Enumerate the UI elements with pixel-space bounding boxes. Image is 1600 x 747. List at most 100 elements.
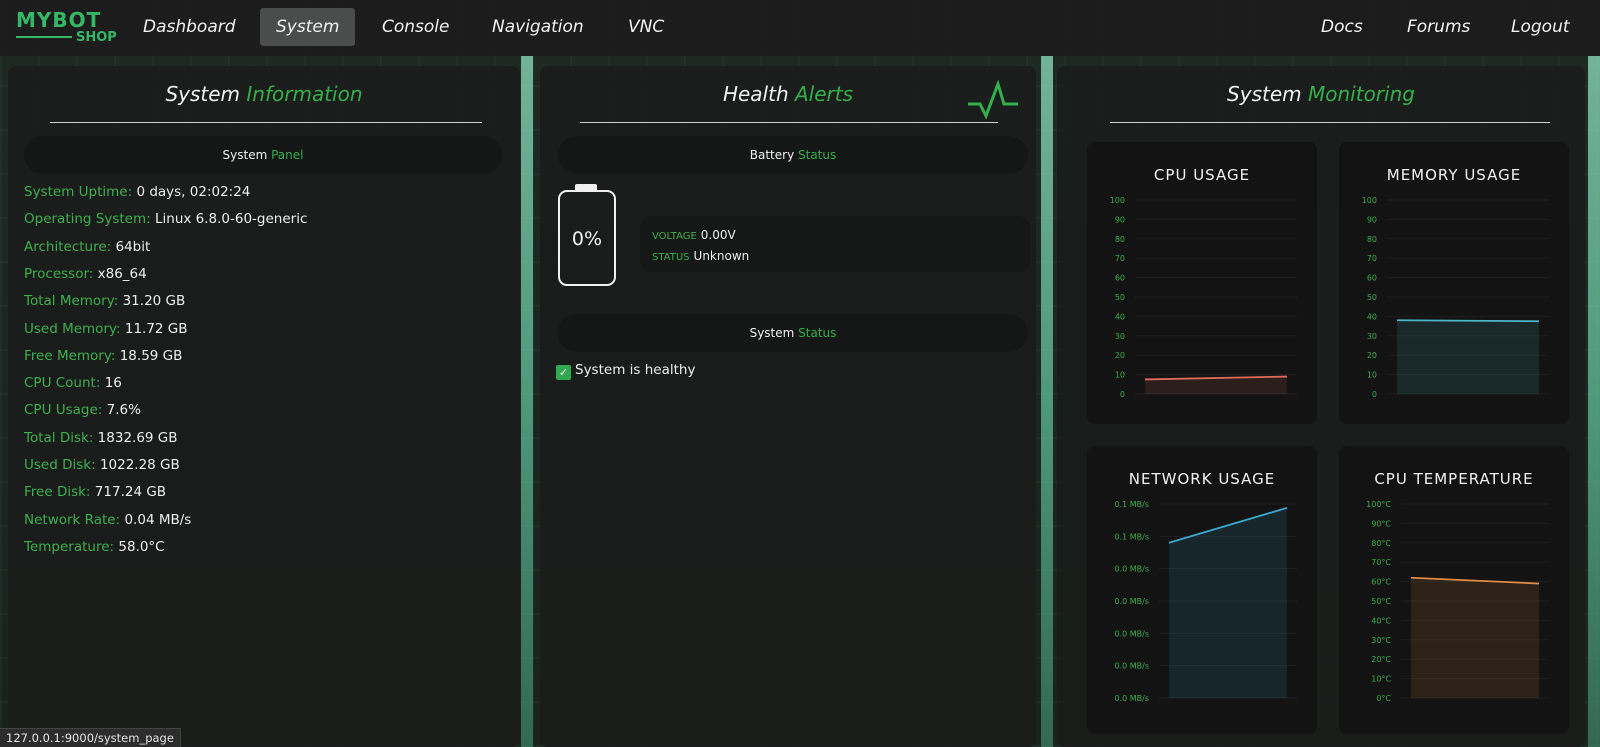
info-key: Used Disk: — [24, 457, 96, 473]
y-tick-label: 100 — [1110, 196, 1125, 205]
series-area — [1411, 577, 1539, 698]
system-status-header: System Status — [558, 314, 1028, 352]
y-tick-label: 80 — [1367, 235, 1377, 244]
y-tick-label: 90°C — [1371, 519, 1391, 528]
info-value: Linux 6.8.0-60-generic — [154, 211, 308, 228]
title-word: Health — [722, 82, 789, 106]
info-row: Processor: x86_64 — [24, 266, 147, 282]
status-bar-url: 127.0.0.1:9000/system_page — [0, 728, 181, 747]
y-tick-label: 80°C — [1371, 539, 1391, 548]
info-row: Operating System: Linux 6.8.0-60-generic — [24, 211, 307, 227]
y-tick-label: 20 — [1115, 351, 1125, 360]
y-tick-label: 70°C — [1371, 558, 1391, 567]
info-value: 11.72 GB — [124, 320, 188, 337]
battery-percent: 0% — [571, 228, 603, 250]
y-tick-label: 0.0 MB/s — [1114, 662, 1149, 671]
y-tick-label: 0.0 MB/s — [1114, 565, 1149, 574]
info-key: Free Memory: — [24, 347, 116, 364]
y-tick-label: 0.1 MB/s — [1114, 532, 1149, 541]
nav-navigation[interactable]: Navigation — [476, 8, 600, 46]
y-tick-label: 100°C — [1366, 500, 1391, 509]
battery-details: VOLTAGE 0.00V STATUS Unknown — [640, 216, 1030, 272]
nav-logout[interactable]: Logout — [1495, 8, 1586, 46]
divider-glow — [1588, 56, 1600, 747]
y-tick-label: 50 — [1367, 293, 1377, 302]
mybot-shop-logo[interactable]: MYBOT SHOP — [16, 8, 136, 48]
chart-title: CPU USAGE — [1153, 166, 1251, 184]
chart-canvas: 100°C 90°C 80°C 70°C 60°C 50°C 40°C 30°C 20°C 10°… — [1366, 500, 1549, 703]
info-value: 1832.69 GB — [97, 429, 178, 446]
info-value: 64bit — [115, 238, 151, 255]
title-word: System — [1227, 82, 1302, 106]
divider-glow — [1041, 56, 1053, 747]
info-value: 717.24 GB — [94, 484, 167, 501]
network-usage-chart: 0.1 MB/s 0.1 MB/s 0.0 MB/s 0.0 MB/s 0.0 MB/s… — [1087, 446, 1317, 734]
cpu-temperature-chart: 100°C 90°C 80°C 70°C 60°C 50°C 40°C 30°C 20°C 10°… — [1339, 446, 1569, 734]
title-divider — [1110, 122, 1550, 123]
pill-accent-word: Panel — [271, 148, 304, 162]
y-tick-label: 0°C — [1376, 694, 1391, 703]
info-key: CPU Count: — [24, 375, 101, 392]
y-tick-label: 90 — [1115, 215, 1125, 224]
logo-sub-text: SHOP — [76, 30, 117, 45]
info-row: Total Disk: 1832.69 GB — [24, 430, 178, 446]
info-key: Temperature: — [24, 538, 115, 555]
health-message-text: System is healthy — [575, 362, 696, 378]
nav-console[interactable]: Console — [366, 8, 466, 46]
info-key: Total Memory: — [24, 293, 119, 310]
panel-title: System Monitoring — [1057, 82, 1585, 106]
info-key: Architecture: — [24, 238, 112, 255]
y-tick-label: 90 — [1367, 215, 1377, 224]
system-information-panel: System Information System Panel System U… — [8, 66, 520, 747]
info-row: Temperature: 58.0°C — [24, 539, 165, 555]
nav-forums[interactable]: Forums — [1391, 8, 1486, 46]
series-line — [1396, 319, 1540, 323]
nav-dashboard[interactable]: Dashboard — [127, 8, 252, 46]
y-tick-label: 40 — [1367, 312, 1377, 321]
y-tick-label: 30 — [1367, 332, 1377, 341]
memory-usage-chart: 100 90 80 70 60 50 40 30 20 10 0 MEMORY USAGE — [1339, 142, 1569, 424]
nav-vnc[interactable]: VNC — [612, 8, 680, 46]
pill-accent-word: Status — [798, 326, 837, 340]
battery-status-row: STATUS Unknown — [652, 249, 749, 263]
voltage-value: 0.00V — [700, 228, 736, 242]
system-monitoring-panel: System Monitoring 100 90 80 70 60 50 40 30 20 10 0… — [1057, 66, 1585, 747]
y-tick-label: 40 — [1115, 312, 1125, 321]
status-value: Unknown — [693, 249, 750, 263]
info-value: 7.6% — [106, 402, 141, 419]
pill-word: Battery — [749, 148, 795, 162]
y-tick-label: 0.0 MB/s — [1114, 597, 1149, 606]
top-navbar: MYBOT SHOP Dashboard System Console Navi… — [0, 0, 1600, 56]
title-accent-word: Information — [246, 82, 363, 106]
voltage-key: VOLTAGE — [652, 231, 697, 242]
y-tick-label: 10 — [1367, 371, 1377, 380]
info-key: Network Rate: — [24, 511, 121, 528]
y-tick-label: 0.0 MB/s — [1114, 694, 1149, 703]
y-tick-label: 0.1 MB/s — [1114, 500, 1149, 509]
info-key: Processor: — [24, 265, 94, 282]
nav-docs[interactable]: Docs — [1305, 8, 1379, 46]
y-tick-label: 30 — [1115, 332, 1125, 341]
title-divider — [580, 122, 998, 123]
nav-system[interactable]: System — [260, 8, 356, 46]
pulse-icon — [968, 80, 1018, 120]
info-row: Free Memory: 18.59 GB — [24, 348, 182, 364]
info-value: 0 days, 02:02:24 — [136, 184, 251, 200]
y-tick-label: 50 — [1115, 293, 1125, 302]
y-tick-label: 0.0 MB/s — [1114, 629, 1149, 638]
info-value: 18.59 GB — [119, 347, 183, 364]
info-key: Operating System: — [24, 211, 151, 228]
y-tick-label: 20°C — [1371, 655, 1391, 664]
title-word: System — [165, 82, 241, 106]
info-key: Used Memory: — [24, 320, 121, 337]
info-row: Used Disk: 1022.28 GB — [24, 457, 180, 473]
check-icon: ✓ — [556, 365, 571, 380]
battery-status-header: Battery Status — [558, 136, 1028, 174]
chart-title: CPU TEMPERATURE — [1374, 470, 1534, 488]
system-panel-header: System Panel — [24, 136, 502, 174]
info-row: Architecture: 64bit — [24, 239, 150, 255]
info-row: Network Rate: 0.04 MB/s — [24, 512, 191, 528]
y-tick-label: 80 — [1115, 235, 1125, 244]
health-message: ✓ System is healthy — [556, 362, 695, 380]
chart-canvas: 0.1 MB/s 0.1 MB/s 0.0 MB/s 0.0 MB/s 0.0 MB/s… — [1114, 500, 1297, 703]
